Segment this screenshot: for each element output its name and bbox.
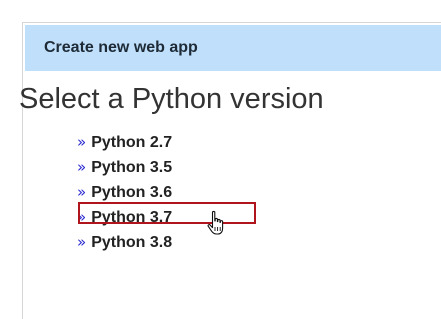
version-link-python-2-7[interactable]: Python 2.7 <box>91 134 172 151</box>
hand-pointer-icon <box>207 210 224 235</box>
bullet-icon: » <box>77 183 87 201</box>
version-link-python-3-6[interactable]: Python 3.6 <box>91 184 172 201</box>
version-link-python-3-7[interactable]: Python 3.7 <box>91 209 172 226</box>
version-link-python-3-5[interactable]: Python 3.5 <box>91 159 172 176</box>
version-item-python-3-6: » Python 3.6 <box>77 180 172 205</box>
version-link-python-3-8[interactable]: Python 3.8 <box>91 234 172 251</box>
bullet-icon: » <box>77 133 87 151</box>
version-item-python-2-7: » Python 2.7 <box>77 130 172 155</box>
section-title: Select a Python version <box>19 83 324 115</box>
bullet-icon: » <box>77 233 87 251</box>
python-version-list: » Python 2.7 » Python 3.5 » Python 3.6 » Pyt… <box>77 130 172 255</box>
version-item-python-3-5: » Python 3.5 <box>77 155 172 180</box>
version-item-python-3-8: » Python 3.8 <box>77 230 172 255</box>
bullet-icon: » <box>77 208 87 226</box>
version-item-python-3-7: » Python 3.7 <box>77 205 172 230</box>
bullet-icon: » <box>77 158 87 176</box>
dialog-header: Create new web app <box>25 25 441 71</box>
dialog-title: Create new web app <box>44 39 198 56</box>
